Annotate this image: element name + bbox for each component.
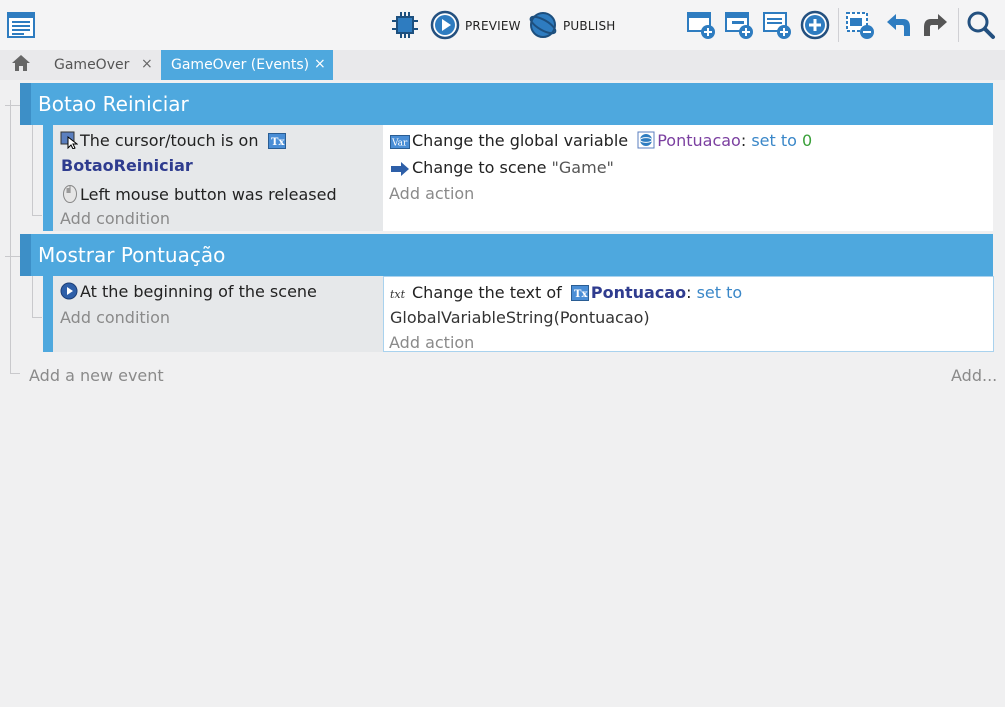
value-number: 0	[802, 131, 813, 150]
separator-colon: :	[686, 283, 692, 302]
condition-cursor-on[interactable]: The cursor/touch is on Tx	[60, 131, 288, 153]
add-action-link[interactable]: Add action	[389, 184, 474, 203]
group-title: Botao Reiniciar	[38, 92, 189, 116]
event-left-bar[interactable]	[43, 125, 53, 231]
event-group-botao-reiniciar[interactable]: Botao Reiniciar	[20, 83, 993, 125]
actions-panel[interactable]: Var Change the global variable Pontuacao…	[383, 125, 993, 231]
text-object-icon: Tx	[267, 133, 286, 153]
actions-panel[interactable]: txt Change the text of Tx Pontuacao: set…	[383, 276, 994, 352]
undo-icon[interactable]	[883, 10, 913, 40]
svg-text:Var: Var	[391, 139, 408, 149]
search-icon[interactable]	[966, 10, 996, 40]
publish-globe-icon[interactable]	[528, 10, 558, 40]
delete-event-icon[interactable]	[845, 10, 875, 40]
svg-text:Tx: Tx	[574, 289, 588, 300]
tab-label: GameOver (Events)	[171, 57, 310, 73]
event-group-mostrar-pontuacao[interactable]: Mostrar Pontuação	[20, 234, 993, 276]
cursor-on-object-icon	[60, 131, 79, 153]
events-sheet: Botao Reiniciar The cursor/touch is on T…	[0, 80, 1005, 707]
variable-icon: Var	[390, 134, 410, 153]
add-condition-link[interactable]: Add condition	[60, 308, 170, 327]
tree-line	[32, 317, 42, 318]
scene-name: "Game"	[551, 158, 614, 177]
value-expression: GlobalVariableString(Pontuacao)	[390, 308, 650, 327]
publish-button[interactable]: PUBLISH	[563, 19, 616, 33]
variable-name[interactable]: Pontuacao	[657, 131, 741, 150]
close-icon[interactable]: ×	[314, 56, 326, 72]
condition-mouse-released[interactable]: Left mouse button was released	[62, 183, 337, 207]
action-change-text[interactable]: txt Change the text of Tx Pontuacao: set…	[390, 283, 742, 305]
tree-line	[10, 100, 11, 373]
preview-play-icon[interactable]	[430, 10, 460, 40]
add-condition-link[interactable]: Add condition	[60, 209, 170, 228]
tree-line	[32, 125, 33, 215]
add-other-icon[interactable]	[800, 10, 830, 40]
tab-bar: GameOver × GameOver (Events) ×	[0, 50, 1005, 80]
redo-icon[interactable]	[921, 10, 951, 40]
group-title: Mostrar Pontuação	[38, 243, 226, 267]
home-icon	[11, 54, 31, 76]
tab-gameover-events[interactable]: GameOver (Events) ×	[161, 50, 333, 80]
scene-arrow-icon	[390, 161, 410, 180]
play-start-icon	[60, 282, 78, 304]
event-left-bar[interactable]	[43, 276, 53, 352]
tree-line	[32, 215, 42, 216]
condition-text: At the beginning of the scene	[80, 282, 317, 301]
preview-button[interactable]: PREVIEW	[465, 19, 521, 33]
add-event-icon[interactable]	[686, 10, 716, 40]
add-action-link[interactable]: Add action	[389, 333, 474, 352]
action-text: Change the global variable	[412, 131, 629, 150]
tree-line	[10, 373, 20, 374]
close-icon[interactable]: ×	[141, 56, 153, 72]
add-new-event-link[interactable]: Add a new event	[29, 366, 164, 385]
text-object-icon: Tx	[570, 285, 589, 305]
action-text: Change the text of	[412, 283, 562, 302]
tree-line	[5, 105, 20, 106]
operator: set to	[751, 131, 797, 150]
svg-text:txt: txt	[390, 288, 406, 301]
toolbar-separator	[958, 8, 959, 42]
debugger-chip-icon[interactable]	[390, 10, 420, 40]
operator: set to	[696, 283, 743, 302]
globe-variable-icon	[637, 131, 655, 153]
add-comment-icon[interactable]	[762, 10, 792, 40]
action-change-global-variable[interactable]: Var Change the global variable Pontuacao…	[390, 131, 812, 153]
toolbar-separator	[838, 8, 839, 42]
tab-label: GameOver	[54, 57, 130, 73]
action-change-scene[interactable]: Change to scene "Game"	[390, 158, 614, 180]
object-name[interactable]: BotaoReiniciar	[61, 156, 193, 175]
tab-home[interactable]	[5, 50, 37, 80]
conditions-panel[interactable]: The cursor/touch is on Tx BotaoReiniciar…	[53, 125, 383, 231]
object-name[interactable]: Pontuacao	[591, 283, 686, 302]
condition-text: Left mouse button was released	[80, 185, 337, 204]
events-sheet-icon[interactable]	[6, 10, 36, 40]
condition-scene-start[interactable]: At the beginning of the scene	[60, 282, 317, 304]
text-icon: txt	[390, 286, 410, 305]
add-subevent-icon[interactable]	[724, 10, 754, 40]
svg-text:Tx: Tx	[271, 137, 285, 148]
tree-line	[32, 276, 33, 317]
tab-gameover[interactable]: GameOver ×	[43, 50, 160, 80]
conditions-panel[interactable]: At the beginning of the scene Add condit…	[53, 276, 383, 352]
group-accent	[20, 234, 31, 276]
toolbar: PREVIEW PUBLISH	[0, 0, 1005, 50]
mouse-icon	[62, 183, 78, 207]
add-more-button[interactable]: Add...	[951, 366, 997, 385]
tree-line	[5, 256, 20, 257]
condition-text: The cursor/touch is on	[80, 131, 259, 150]
group-accent	[20, 83, 31, 125]
separator-colon: :	[740, 131, 747, 150]
action-text: Change to scene	[412, 158, 547, 177]
